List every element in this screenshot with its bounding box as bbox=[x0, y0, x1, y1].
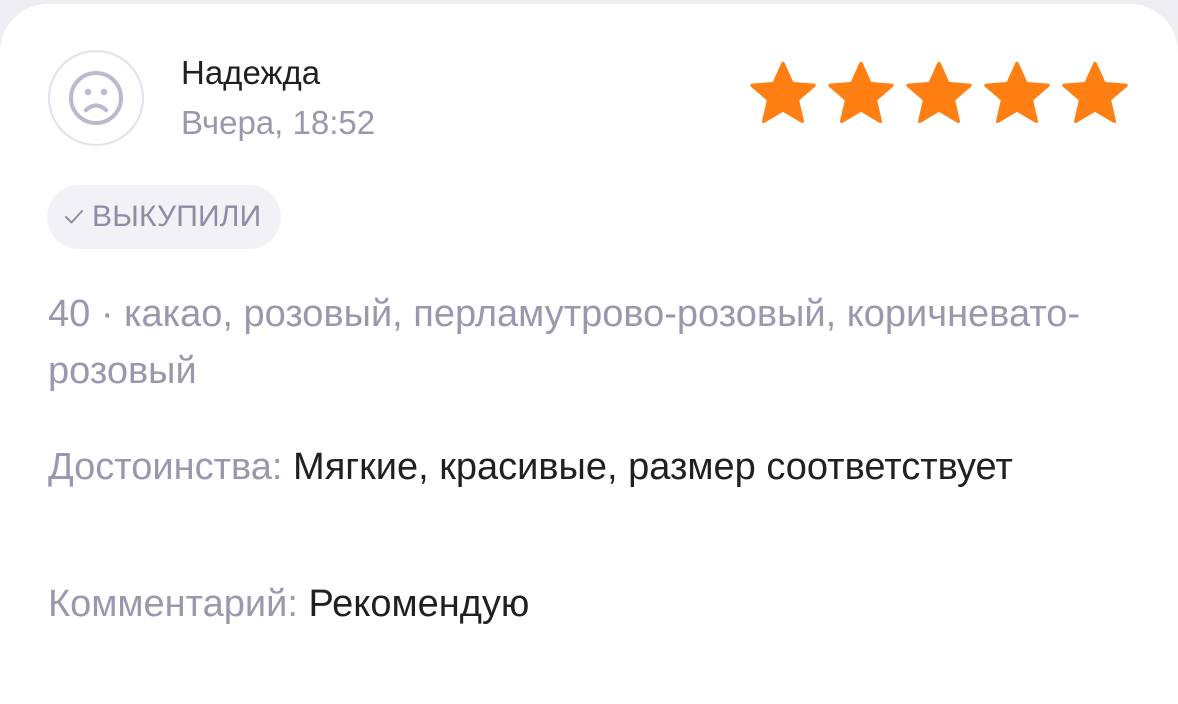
product-variant: 40 · какао, розовый, перламутрово-розовы… bbox=[48, 293, 1081, 392]
check-icon bbox=[65, 210, 83, 224]
star-icon bbox=[906, 61, 972, 123]
author-name: Надежда bbox=[181, 54, 321, 91]
star-icon bbox=[984, 61, 1050, 123]
review-date: Вчера, 18:52 bbox=[181, 104, 376, 141]
comment-text: Рекомендую bbox=[308, 583, 530, 625]
review-card: Надежда Вчера, 18:52 ВЫКУПИЛИ 40 · какао… bbox=[0, 4, 1178, 704]
star-icon bbox=[828, 61, 894, 123]
rating-stars bbox=[746, 60, 1132, 130]
comment-title: Комментарий: bbox=[48, 583, 298, 625]
star-icon bbox=[750, 61, 816, 123]
comment-section: Комментарий: Рекомендую bbox=[48, 576, 1128, 633]
pros-section: Достоинства: Мягкие, красивые, размер со… bbox=[48, 439, 1128, 496]
avatar[interactable] bbox=[48, 50, 144, 146]
sad-face-icon bbox=[69, 71, 123, 125]
pros-text: Мягкие, красивые, размер соответствует bbox=[293, 446, 1013, 488]
badge-label: ВЫКУПИЛИ bbox=[92, 200, 262, 233]
pros-title: Достоинства: bbox=[48, 446, 283, 488]
purchased-badge: ВЫКУПИЛИ bbox=[47, 185, 282, 249]
star-icon bbox=[1062, 61, 1128, 123]
